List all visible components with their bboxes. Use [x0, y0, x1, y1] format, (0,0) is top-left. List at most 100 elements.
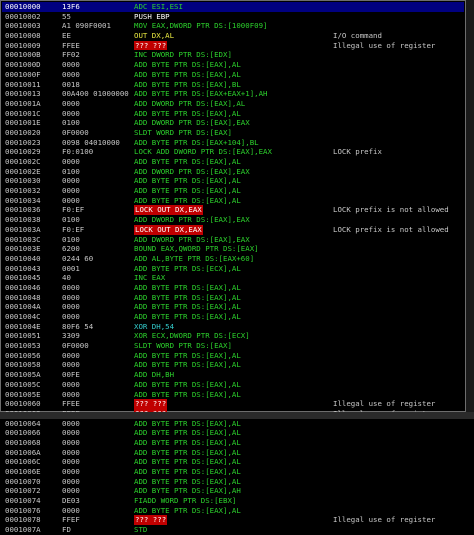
disasm-row[interactable]: 0001001C 0000 ADD BYTE PTR DS:[EAX],AL	[2, 109, 464, 119]
disassembly-cell: FIADD WORD PTR DS:[EBX]	[134, 496, 237, 506]
disassembly-cell: LOCK OUT DX,EAX	[134, 224, 203, 235]
disasm-row[interactable]: 00010058 0000 ADD BYTE PTR DS:[EAX],AL	[2, 360, 464, 370]
disassembly-cell: ADD BYTE PTR DS:[EAX],AL	[134, 350, 241, 360]
disasm-row[interactable]: 00010078 FFEF ??? ??? Illegal use of regist…	[2, 515, 464, 526]
disasm-row[interactable]: 0001006A 0000 ADD BYTE PTR DS:[EAX],AL	[2, 448, 464, 458]
disasm-row[interactable]: 00010013 00A400 01000000 ADD BYTE PTR DS:[…	[2, 89, 464, 99]
hex-dump-cell: 0100	[62, 234, 80, 244]
disasm-row[interactable]: 00010064 0000 ADD BYTE PTR DS:[EAX],AL	[2, 419, 464, 429]
disasm-row[interactable]: 00010036 F0:EF LOCK OUT DX,EAX LOCK prefix …	[2, 205, 464, 216]
disassembly-cell: ADD BYTE PTR DS:[EAX],AL	[134, 108, 241, 118]
disassembly-cell: ADD BYTE PTR DS:[EAX],AL	[134, 476, 241, 486]
disasm-row[interactable]: 0001006C 0000 ADD BYTE PTR DS:[EAX],AL	[2, 457, 464, 467]
disasm-row[interactable]: 00010023 0098 04010000 ADD BYTE PTR DS:[EA…	[2, 138, 464, 148]
address-cell: 0001004A	[5, 302, 41, 312]
disasm-row[interactable]: 00010038 0100 ADD DWORD PTR DS:[EAX],EAX	[2, 215, 464, 225]
address-cell: 00010023	[5, 137, 41, 147]
hex-dump-cell: 0000	[62, 467, 80, 476]
address-cell: 00010066	[5, 428, 41, 438]
disasm-row[interactable]: 00010053 0F0000 SLDT WORD PTR DS:[EAX]	[2, 341, 464, 351]
disasm-row[interactable]: 0001001E 0100 ADD DWORD PTR DS:[EAX],EAX	[2, 118, 464, 128]
disasm-row[interactable]: 00010045 40 INC EAX	[2, 273, 464, 283]
disasm-row[interactable]: 0001003A F0:EF LOCK OUT DX,EAX LOCK prefix …	[2, 224, 464, 235]
disasm-row[interactable]: 0001005C 0000 ADD BYTE PTR DS:[EAX],AL	[2, 380, 464, 390]
address-cell: 00010032	[5, 186, 41, 196]
address-cell: 00010058	[5, 360, 41, 370]
disasm-row[interactable]: 00010030 0000 ADD BYTE PTR DS:[EAX],AL	[2, 176, 464, 186]
disasm-row[interactable]: 00010003 A1 090F0001 MOV EAX,DWORD PTR DS:…	[2, 21, 464, 31]
disasm-row[interactable]: 00010043 0001 ADD BYTE PTR DS:[ECX],AL	[2, 264, 464, 274]
disasm-row[interactable]: 00010029 F0:0100 LOCK ADD DWORD PTR DS:[EA…	[2, 147, 464, 157]
horizontal-scrollbar[interactable]	[0, 412, 474, 419]
disasm-row[interactable]: 0001001A 0000 ADD DWORD PTR DS:[EAX],AL	[2, 99, 464, 109]
disasm-row[interactable]: 00010009 FFEE ??? ??? Illegal use of regist…	[2, 40, 464, 51]
address-cell: 00010000	[5, 2, 41, 11]
disasm-row[interactable]: 00010032 0000 ADD BYTE PTR DS:[EAX],AL	[2, 186, 464, 196]
hex-dump-cell: A1 090F0001	[62, 21, 111, 31]
disasm-row[interactable]: 0001000F 0000 ADD BYTE PTR DS:[EAX],AL	[2, 70, 464, 80]
comment-cell: LOCK prefix is not allowed	[333, 224, 449, 234]
disasm-row[interactable]: 00010074 DE03 FIADD WORD PTR DS:[EBX]	[2, 496, 464, 506]
disasm-row[interactable]: 00010008 EE OUT DX,AL I/O command	[2, 31, 464, 41]
disasm-row[interactable]: 00010056 0000 ADD BYTE PTR DS:[EAX],AL	[2, 351, 464, 361]
disasm-row[interactable]: 0001004C 0000 ADD BYTE PTR DS:[EAX],AL	[2, 312, 464, 322]
address-cell: 00010070	[5, 476, 41, 486]
disasm-row[interactable]: 0001003E 6200 BOUND EAX,QWORD PTR DS:[EAX]	[2, 244, 464, 254]
disasm-row[interactable]: 0001004A 0000 ADD BYTE PTR DS:[EAX],AL	[2, 302, 464, 312]
disasm-row[interactable]: 0001000D 0000 ADD BYTE PTR DS:[EAX],AL	[2, 60, 464, 70]
address-cell: 00010076	[5, 505, 41, 515]
hex-dump-cell: 0018	[62, 79, 80, 89]
address-cell: 00010003	[5, 21, 41, 31]
hex-dump-cell: 0000	[62, 476, 80, 486]
disasm-row[interactable]: 00010066 0000 ADD BYTE PTR DS:[EAX],AL	[2, 428, 464, 438]
disasm-row[interactable]: 00010040 0244 60 ADD AL,BYTE PTR DS:[EAX+6…	[2, 254, 464, 264]
hex-dump-cell: 0000	[62, 312, 80, 321]
disassembly-cell: ADD DWORD PTR DS:[EAX],EAX	[134, 166, 250, 176]
disassembly-cell: ADD BYTE PTR DS:[EAX],AL	[134, 186, 241, 196]
hex-dump-cell: 0244 60	[62, 253, 94, 263]
disasm-row[interactable]: 00010072 0000 ADD BYTE PTR DS:[EAX],AH	[2, 486, 464, 496]
disasm-row[interactable]: 0001005E 0000 ADD BYTE PTR DS:[EAX],AL	[2, 390, 464, 400]
hex-dump-cell: 3309	[62, 331, 80, 341]
disasm-row[interactable]: 0001002E 0100 ADD DWORD PTR DS:[EAX],EAX	[2, 167, 464, 177]
disasm-row[interactable]: 00010048 0000 ADD BYTE PTR DS:[EAX],AL	[2, 293, 464, 303]
disasm-row[interactable]: 0001005A 00FE ADD DH,BH	[2, 370, 464, 380]
disassembly-cell: ADD DWORD PTR DS:[EAX],EAX	[134, 118, 250, 128]
hex-dump-cell: 0100	[62, 215, 80, 225]
disasm-row[interactable]: 0001006E 0000 ADD BYTE PTR DS:[EAX],AL	[2, 467, 464, 477]
disassembly-cell: ADD BYTE PTR DS:[EAX],AL	[134, 282, 241, 292]
disassembly-cell: XOR ECX,DWORD PTR DS:[ECX]	[134, 331, 250, 341]
disasm-row[interactable]: 00010068 0000 ADD BYTE PTR DS:[EAX],AL	[2, 438, 464, 448]
disasm-row[interactable]: 00010060 FFEE ??? ??? Illegal use of regist…	[2, 399, 464, 409]
hex-dump-cell: 00A400 01000000	[62, 89, 129, 99]
disasm-row[interactable]: 00010034 0000 ADD BYTE PTR DS:[EAX],AL	[2, 196, 464, 206]
comment-cell: LOCK prefix is not allowed	[333, 205, 449, 215]
disasm-row[interactable]: 0001000B FF02 INC DWORD PTR DS:[EDX]	[2, 50, 464, 60]
address-cell: 00010078	[5, 515, 41, 525]
hex-dump-cell: 0000	[62, 379, 80, 389]
disasm-row[interactable]: 00010020 0F0000 SLDT WORD PTR DS:[EAX]	[2, 128, 464, 138]
disasm-row[interactable]: 00010076 0000 ADD BYTE PTR DS:[EAX],AL	[2, 506, 464, 516]
disassembly-cell: INC EAX	[134, 273, 166, 283]
disasm-row[interactable]: 0001007A FD STD	[2, 525, 464, 535]
address-cell: 0001001A	[5, 98, 41, 108]
disasm-row[interactable]: 00010002 55 PUSH EBP	[2, 12, 464, 22]
disassembly-cell: ADD BYTE PTR DS:[EAX],AL	[134, 360, 241, 370]
disassembly-rows: 00010000 13F6 ADC ESI,ESI 00010002 55 PUSH EB…	[2, 2, 464, 535]
disasm-row[interactable]: 00010070 0000 ADD BYTE PTR DS:[EAX],AL	[2, 477, 464, 487]
disasm-row[interactable]: 00010000 13F6 ADC ESI,ESI	[2, 2, 464, 12]
disasm-row[interactable]: 0001002C 0000 ADD BYTE PTR DS:[EAX],AL	[2, 157, 464, 167]
disasm-row[interactable]: 00010011 0018 ADD BYTE PTR DS:[EAX],BL	[2, 80, 464, 90]
address-cell: 0001006A	[5, 447, 41, 457]
disassembly-cell: ADD BYTE PTR DS:[EAX],AL	[134, 428, 241, 438]
disassembly-pane[interactable]: 00010000 13F6 ADC ESI,ESI 00010002 55 PUSH EB…	[0, 0, 466, 534]
vertical-scrollbar[interactable]	[466, 0, 474, 412]
comment-cell: Illegal use of register	[333, 515, 436, 525]
disassembly-cell: ADD BYTE PTR DS:[EAX],AL	[134, 505, 241, 515]
address-cell: 00010030	[5, 176, 41, 186]
disassembly-cell: OUT DX,AL	[134, 31, 175, 41]
disasm-row[interactable]: 0001003C 0100 ADD DWORD PTR DS:[EAX],EAX	[2, 235, 464, 245]
disasm-row[interactable]: 00010046 0000 ADD BYTE PTR DS:[EAX],AL	[2, 283, 464, 293]
disasm-row[interactable]: 00010051 3309 XOR ECX,DWORD PTR DS:[ECX]	[2, 331, 464, 341]
disasm-row[interactable]: 0001004E 80F6 54 XOR DH,54	[2, 322, 464, 332]
